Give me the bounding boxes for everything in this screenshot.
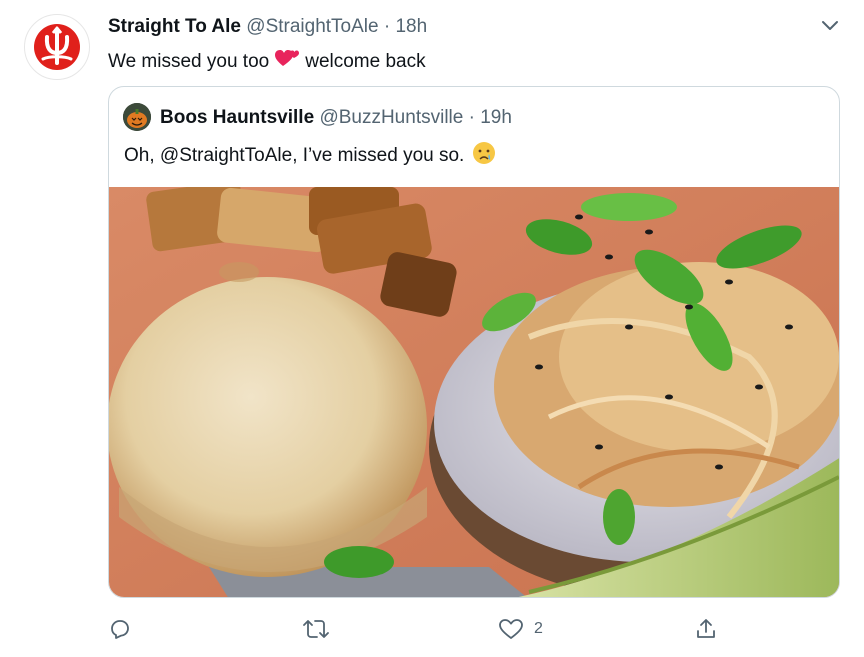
quoted-text-body: Oh, @StraightToAle, I’ve missed you so. — [124, 145, 465, 166]
quoted-header: Boos Hauntsville @BuzzHuntsville · 19h — [160, 105, 512, 131]
burger-photo[interactable] — [109, 187, 840, 598]
quoted-time[interactable]: 19h — [480, 107, 512, 128]
tweet-time[interactable]: 18h — [395, 16, 427, 37]
tweet-text-after: welcome back — [305, 51, 426, 72]
tweet[interactable]: Straight To Ale @StraightToAle · 18h We … — [0, 0, 864, 657]
share-button[interactable] — [694, 612, 718, 646]
trident-logo-icon — [34, 24, 80, 70]
quoted-text: Oh, @StraightToAle, I’ve missed you so. — [124, 141, 496, 169]
like-count: 2 — [534, 620, 543, 637]
pumpkin-icon — [123, 103, 151, 131]
author-name[interactable]: Straight To Ale — [108, 16, 241, 37]
like-button[interactable]: 2 — [498, 612, 543, 646]
reply-icon — [111, 620, 129, 639]
quoted-tweet[interactable]: Boos Hauntsville @BuzzHuntsville · 19h O… — [108, 86, 840, 598]
quoted-separator-dot: · — [468, 107, 475, 128]
retweet-button[interactable] — [302, 612, 330, 646]
retweet-icon — [303, 620, 329, 638]
quoted-author-avatar[interactable] — [123, 103, 151, 131]
crying-face-icon — [472, 142, 495, 164]
quoted-author-name[interactable]: Boos Hauntsville — [160, 107, 314, 128]
revolving-hearts-icon — [273, 46, 301, 78]
tweet-header: Straight To Ale @StraightToAle · 18h — [108, 14, 427, 40]
tweet-text: We missed you too welcome back — [108, 46, 426, 78]
tweet-text-before: We missed you too — [108, 51, 270, 72]
author-handle[interactable]: @StraightToAle — [246, 16, 378, 37]
reply-button[interactable] — [108, 612, 132, 646]
separator-dot: · — [383, 16, 391, 37]
author-avatar[interactable] — [24, 14, 90, 80]
quoted-author-handle[interactable]: @BuzzHuntsville — [319, 107, 463, 128]
chevron-down-icon[interactable] — [818, 14, 842, 38]
heart-icon — [499, 619, 523, 639]
action-bar: 2 — [108, 612, 728, 646]
share-icon — [697, 619, 715, 638]
